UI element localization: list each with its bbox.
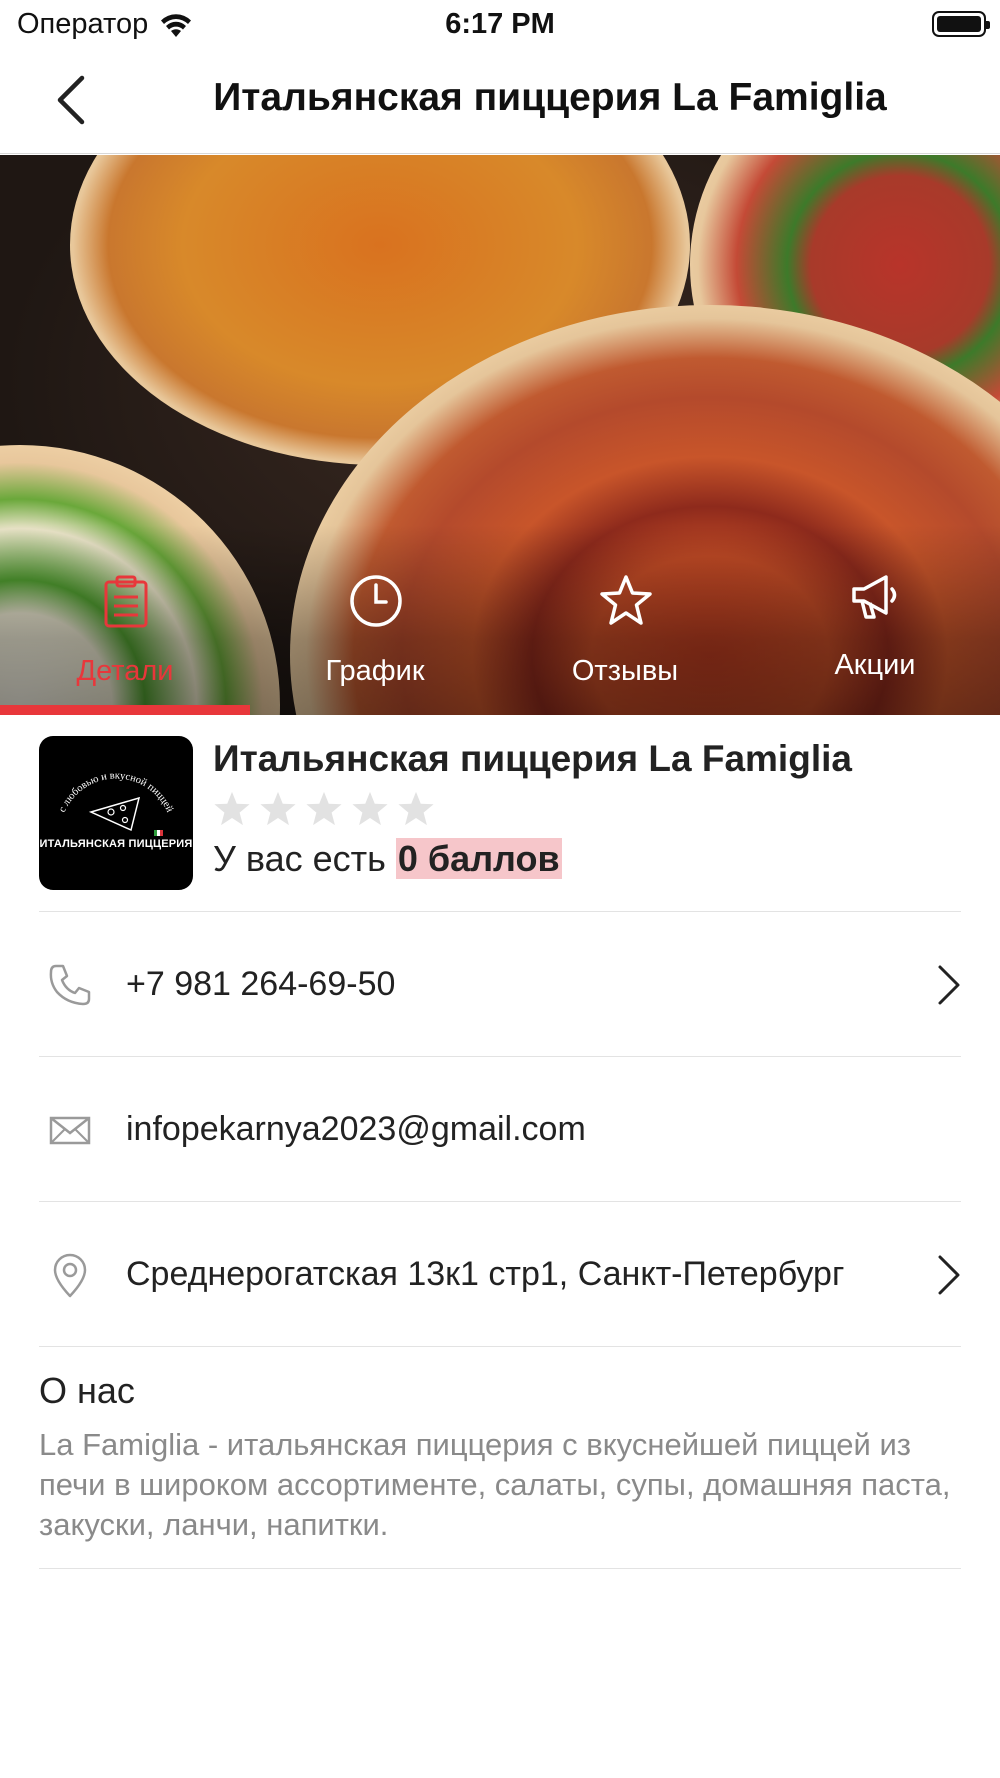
phone-row[interactable]: +7 981 264-69-50 [39, 912, 961, 1056]
business-logo: с любовью и вкусной пиццей ИТАЛЬЯНСКАЯ П… [39, 736, 193, 890]
status-time: 6:17 PM [445, 8, 555, 40]
business-name: Итальянская пиццерия La Famiglia [213, 738, 852, 779]
svg-text:с любовью и вкусной пиццей: с любовью и вкусной пиццей [57, 770, 175, 814]
tab-label: Детали [76, 655, 174, 687]
envelope-icon [49, 1116, 91, 1145]
phone-number: +7 981 264-69-50 [126, 965, 396, 1003]
star-rating-icon [306, 791, 342, 826]
section-tabs: Детали График Отзывы Акции [0, 555, 1000, 715]
email-address: infopekarnya2023@gmail.com [126, 1110, 586, 1148]
tab-label: Отзывы [571, 655, 679, 687]
clock-icon [350, 575, 402, 627]
star-icon [600, 575, 652, 625]
tab-schedule[interactable]: График [250, 555, 500, 715]
star-rating-icon [260, 791, 296, 826]
tab-label: Акции [834, 649, 916, 681]
clipboard-icon [104, 575, 148, 628]
phone-icon [49, 964, 91, 1006]
megaphone-icon [852, 575, 897, 619]
chevron-left-icon [57, 75, 85, 125]
logo-arc-text: с любовью и вкусной пиццей [57, 770, 175, 836]
loyalty-points: У вас есть 0 баллов [213, 838, 562, 880]
points-prefix: У вас есть [213, 838, 386, 879]
points-value: 0 баллов [395, 838, 562, 879]
about-heading: О нас [39, 1370, 135, 1411]
email-row[interactable]: infopekarnya2023@gmail.com [39, 1057, 961, 1201]
status-bar: Оператор 6:17 PM [0, 0, 1000, 50]
tab-label: График [325, 655, 425, 687]
battery-icon [932, 11, 990, 37]
star-rating-icon [398, 791, 434, 826]
star-rating-icon [214, 791, 250, 826]
address-row[interactable]: Среднерогатская 13к1 стр1, Санкт-Петербу… [39, 1202, 961, 1346]
active-tab-indicator [0, 705, 250, 715]
navigation-bar: Итальянская пиццерия La Famiglia [0, 50, 1000, 154]
map-pin-icon [53, 1253, 87, 1298]
tab-reviews[interactable]: Отзывы [500, 555, 750, 715]
divider [39, 1568, 961, 1569]
chevron-right-icon [938, 1255, 960, 1295]
back-button[interactable] [48, 70, 98, 130]
chevron-right-icon [938, 965, 960, 1005]
divider [39, 1346, 961, 1347]
address-text: Среднерогатская 13к1 стр1, Санкт-Петербу… [126, 1255, 845, 1293]
star-rating-icon [352, 791, 388, 826]
tab-promotions[interactable]: Акции [750, 555, 1000, 715]
about-description: La Famiglia - итальянская пиццерия с вку… [39, 1427, 951, 1542]
tab-details[interactable]: Детали [0, 555, 250, 715]
rating-stars [213, 790, 435, 828]
logo-title: ИТАЛЬЯНСКАЯ ПИЦЦЕРИЯ [39, 838, 193, 850]
page-title: Итальянская пиццерия La Famiglia [213, 76, 887, 119]
